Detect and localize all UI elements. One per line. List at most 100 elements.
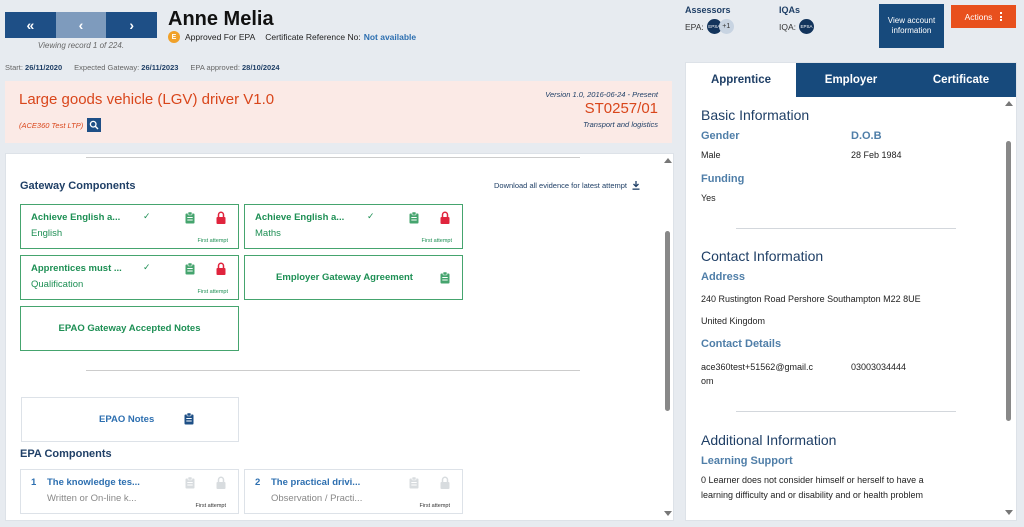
employer-agreement-label: Employer Gateway Agreement bbox=[276, 272, 413, 283]
basic-information-title: Basic Information bbox=[701, 107, 810, 123]
epa-card-number: 1 bbox=[31, 477, 37, 488]
epa-card-practical-driving[interactable]: 2 The practical drivi... Observation / P… bbox=[244, 469, 463, 514]
scroll-thumb[interactable] bbox=[665, 231, 670, 411]
epao-notes-card[interactable]: EPAO Notes bbox=[21, 397, 239, 442]
attempt-label: First attempt bbox=[195, 503, 226, 509]
gateway-card-english[interactable]: Achieve English a... ✓ English First att… bbox=[20, 204, 239, 249]
status-text: Approved For EPA bbox=[185, 32, 256, 42]
dob-label: D.O.B bbox=[851, 130, 882, 142]
tab-certificate[interactable]: Certificate bbox=[906, 63, 1016, 97]
epa-card-title: The practical drivi... bbox=[271, 477, 361, 488]
record-counter: Viewing record 1 of 224. bbox=[37, 41, 125, 50]
address-line-2: United Kingdom bbox=[701, 316, 766, 326]
gateway-card-title: Apprentices must ... bbox=[31, 263, 122, 274]
gateway-card-maths[interactable]: Achieve English a... ✓ Maths First attem… bbox=[244, 204, 463, 249]
lock-icon[interactable] bbox=[440, 476, 450, 489]
clipboard-icon[interactable] bbox=[409, 212, 419, 224]
dates-row: Start: 26/11/2020 Expected Gateway: 26/1… bbox=[5, 63, 280, 72]
clipboard-icon[interactable] bbox=[440, 272, 450, 284]
components-scrollbar[interactable] bbox=[663, 154, 673, 520]
gateway-accepted-notes-card[interactable]: EPAO Gateway Accepted Notes bbox=[20, 306, 239, 351]
clipboard-icon[interactable] bbox=[184, 413, 194, 425]
epa-card-subtitle: Observation / Practi... bbox=[271, 493, 363, 504]
address-label: Address bbox=[701, 271, 746, 283]
gateway-components-title: Gateway Components bbox=[20, 180, 136, 192]
iqa-label: IQA: bbox=[779, 21, 797, 32]
previous-record-button[interactable]: ‹ bbox=[55, 12, 107, 38]
lock-icon[interactable] bbox=[440, 211, 450, 224]
start-date: 26/11/2020 bbox=[25, 63, 63, 72]
phone-value: 03003034444 bbox=[851, 362, 907, 372]
scroll-down-arrow-icon[interactable] bbox=[664, 511, 672, 516]
start-label: Start: bbox=[5, 63, 23, 72]
status-badge: E bbox=[168, 31, 180, 43]
tab-employer[interactable]: Employer bbox=[796, 63, 906, 97]
email-line-1: ace360test+51562@gmail.c bbox=[701, 362, 813, 372]
download-icon bbox=[632, 181, 640, 190]
check-icon: ✓ bbox=[143, 262, 151, 272]
iqa-avatar[interactable]: EPSA bbox=[799, 19, 815, 34]
approved-date: 28/10/2024 bbox=[242, 63, 280, 72]
learner-status-row: E Approved For EPA Certificate Reference… bbox=[168, 31, 416, 43]
divider bbox=[736, 411, 956, 412]
certificate-value: Not available bbox=[363, 32, 417, 42]
lock-icon[interactable] bbox=[216, 476, 226, 489]
actions-button[interactable]: Actions bbox=[951, 5, 1016, 28]
record-navigation: « ‹ › bbox=[5, 12, 158, 38]
first-record-button[interactable]: « bbox=[5, 12, 56, 38]
gateway-card-subtitle: Qualification bbox=[31, 279, 84, 290]
clipboard-icon[interactable] bbox=[185, 477, 195, 489]
funding-label: Funding bbox=[701, 173, 745, 185]
gateway-card-subtitle: English bbox=[31, 228, 63, 239]
attempt-label: First attempt bbox=[197, 238, 228, 244]
scroll-thumb[interactable] bbox=[1006, 141, 1011, 421]
lock-icon[interactable] bbox=[216, 262, 226, 275]
epa-label: EPA: bbox=[685, 21, 704, 32]
clipboard-icon[interactable] bbox=[185, 263, 195, 275]
view-account-button[interactable]: View account information bbox=[879, 4, 944, 48]
contact-information-title: Contact Information bbox=[701, 248, 824, 264]
attempt-label: First attempt bbox=[421, 238, 452, 244]
standard-sector: Transport and logistics bbox=[583, 120, 658, 129]
gateway-card-title: Achieve English a... bbox=[255, 212, 345, 223]
employer-gateway-agreement-card[interactable]: Employer Gateway Agreement bbox=[244, 255, 463, 300]
learning-support-line-1: 0 Learner does not consider himself or h… bbox=[701, 475, 924, 485]
details-tabs: Apprentice Employer Certificate bbox=[686, 63, 1016, 97]
scroll-up-arrow-icon[interactable] bbox=[1005, 101, 1013, 106]
epa-components-title: EPA Components bbox=[20, 448, 112, 460]
gateway-card-qualification[interactable]: Apprentices must ... ✓ Qualification Fir… bbox=[20, 255, 239, 300]
more-assessors-badge[interactable]: +1 bbox=[718, 19, 734, 34]
epao-notes-label: EPAO Notes bbox=[99, 414, 155, 425]
details-scrollbar[interactable] bbox=[1005, 101, 1013, 515]
epa-card-knowledge-test[interactable]: 1 The knowledge tes... Written or On-lin… bbox=[20, 469, 239, 514]
attempt-label: First attempt bbox=[197, 289, 228, 295]
address-line-1: 240 Rustington Road Pershore Southampton… bbox=[701, 294, 921, 304]
gateway-card-subtitle: Maths bbox=[255, 228, 281, 239]
next-record-button[interactable]: › bbox=[106, 12, 158, 38]
iqas-title: IQAs bbox=[779, 5, 801, 15]
lock-icon[interactable] bbox=[216, 211, 226, 224]
standard-provider: (ACE360 Test LTP) bbox=[19, 120, 84, 130]
assessors-block: Assessors EPA: EPSA +1 bbox=[685, 5, 734, 34]
search-icon[interactable] bbox=[87, 118, 102, 132]
tab-apprentice[interactable]: Apprentice bbox=[686, 63, 796, 97]
check-icon: ✓ bbox=[143, 211, 151, 221]
scroll-up-arrow-icon[interactable] bbox=[664, 158, 672, 163]
funding-value: Yes bbox=[701, 193, 716, 203]
learner-details-panel: Apprentice Employer Certificate Basic In… bbox=[685, 62, 1017, 521]
clipboard-icon[interactable] bbox=[409, 477, 419, 489]
assessors-title: Assessors bbox=[685, 5, 731, 15]
approved-label: EPA approved: bbox=[190, 63, 240, 72]
email-line-2: om bbox=[701, 376, 714, 386]
standard-title: Large goods vehicle (LGV) driver V1.0 bbox=[19, 91, 275, 108]
download-evidence-link[interactable]: Download all evidence for latest attempt bbox=[494, 181, 640, 190]
standard-banner: Large goods vehicle (LGV) driver V1.0 (A… bbox=[5, 81, 672, 143]
clipboard-icon[interactable] bbox=[185, 212, 195, 224]
learning-support-line-2: learning difficulty and or disability an… bbox=[701, 490, 923, 500]
download-label: Download all evidence for latest attempt bbox=[494, 181, 627, 190]
standard-code: ST0257/01 bbox=[584, 100, 658, 117]
learner-name: Anne Melia bbox=[168, 8, 274, 30]
divider bbox=[86, 157, 580, 158]
gateway-label: Expected Gateway: bbox=[74, 63, 140, 72]
scroll-down-arrow-icon[interactable] bbox=[1005, 510, 1013, 515]
